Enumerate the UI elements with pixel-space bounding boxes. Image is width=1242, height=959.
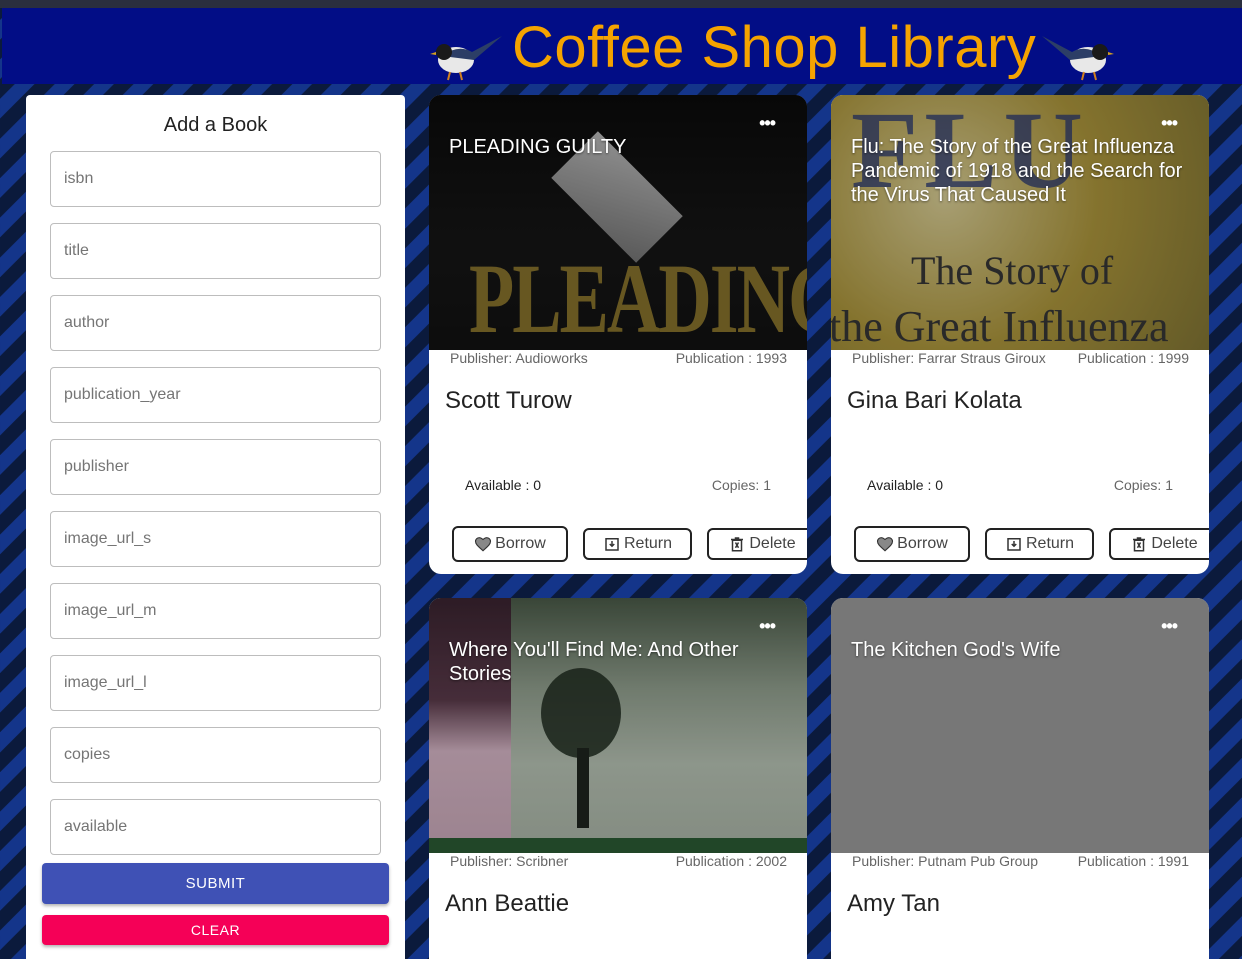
return-button[interactable]: Return xyxy=(583,528,692,560)
borrow-label: Borrow xyxy=(495,535,546,552)
author-input[interactable] xyxy=(51,296,380,350)
title-field[interactable] xyxy=(50,223,381,279)
return-label: Return xyxy=(1025,535,1075,552)
publisher-input[interactable] xyxy=(51,440,380,494)
book-cover-placeholder xyxy=(831,598,1209,853)
book-author: Amy Tan xyxy=(847,890,940,917)
app-header: Coffee Shop Library xyxy=(2,8,1242,84)
image-url-l-input[interactable] xyxy=(51,656,380,710)
book-author: Gina Bari Kolata xyxy=(847,387,1022,414)
image-url-s-field[interactable] xyxy=(50,511,381,567)
form-title: Add a Book xyxy=(163,114,268,136)
book-title: The Kitchen God's Wife xyxy=(851,639,1061,661)
book-copies: Copies: 1 xyxy=(1113,477,1173,493)
book-publisher: Publisher: Putnam Pub Group xyxy=(852,853,1038,869)
image-url-s-input[interactable] xyxy=(51,512,380,566)
book-title: PLEADING GUILTY xyxy=(449,136,627,158)
book-cover-image: PLEADING xyxy=(429,95,807,350)
heart-icon xyxy=(475,537,492,552)
isbn-input[interactable] xyxy=(51,152,380,206)
book-card: PLEADING PLEADING GUILTY ••• Publisher: … xyxy=(429,95,807,574)
image-url-l-field[interactable] xyxy=(50,655,381,711)
trash-icon xyxy=(731,537,744,552)
book-title: Where You'll Find Me: And Other Stories xyxy=(449,639,739,685)
book-title: Flu: The Story of the Great Influenza Pa… xyxy=(851,136,1183,206)
more-options-icon[interactable]: ••• xyxy=(1161,616,1178,637)
delete-label: Delete xyxy=(1151,535,1198,552)
book-copies: Copies: 1 xyxy=(711,477,771,493)
book-cover-image xyxy=(429,598,807,853)
isbn-field[interactable] xyxy=(50,151,381,207)
book-publication-year: Publication : 1999 xyxy=(1077,350,1189,366)
delete-label: Delete xyxy=(749,535,796,552)
book-author: Scott Turow xyxy=(445,387,572,414)
book-available: Available : 0 xyxy=(867,477,944,493)
return-label: Return xyxy=(623,535,673,552)
more-options-icon[interactable]: ••• xyxy=(1161,113,1178,134)
book-cover-image: FLU The Story of the Great Influenza xyxy=(831,95,1209,350)
book-publication-year: Publication : 1991 xyxy=(1077,853,1189,869)
author-field[interactable] xyxy=(50,295,381,351)
trash-icon xyxy=(1133,537,1146,552)
book-card: Where You'll Find Me: And Other Stories … xyxy=(429,598,807,959)
title-input[interactable] xyxy=(51,224,380,278)
heart-icon xyxy=(877,537,894,552)
book-available: Available : 0 xyxy=(465,477,542,493)
delete-button[interactable]: Delete xyxy=(707,528,807,560)
delete-button[interactable]: Delete xyxy=(1109,528,1209,560)
book-card: FLU The Story of the Great Influenza Flu… xyxy=(831,95,1209,574)
publisher-field[interactable] xyxy=(50,439,381,495)
publication-year-input[interactable] xyxy=(51,368,380,422)
window-top-strip xyxy=(0,0,1242,8)
available-input[interactable] xyxy=(51,800,380,854)
return-button[interactable]: Return xyxy=(985,528,1094,560)
bird-logo-icon xyxy=(430,36,502,81)
add-book-form: Add a Book SUBMIT CLEAR xyxy=(26,95,405,959)
image-url-m-input[interactable] xyxy=(51,584,380,638)
copies-field[interactable] xyxy=(50,727,381,783)
borrow-button[interactable]: Borrow xyxy=(452,526,568,562)
return-box-icon xyxy=(1007,538,1021,551)
more-options-icon[interactable]: ••• xyxy=(759,616,776,637)
bird-logo-icon xyxy=(1042,36,1114,81)
available-field[interactable] xyxy=(50,799,381,855)
submit-button[interactable]: SUBMIT xyxy=(42,863,389,904)
book-card: The Kitchen God's Wife ••• Publisher: Pu… xyxy=(831,598,1209,959)
borrow-label: Borrow xyxy=(897,535,948,552)
book-publisher: Publisher: Scribner xyxy=(450,853,569,869)
book-author: Ann Beattie xyxy=(445,890,570,917)
app-title: Coffee Shop Library xyxy=(512,15,1037,80)
copies-input[interactable] xyxy=(51,728,380,782)
book-publication-year: Publication : 2002 xyxy=(675,853,787,869)
return-box-icon xyxy=(605,538,619,551)
book-publisher: Publisher: Farrar Straus Giroux xyxy=(852,350,1046,366)
clear-button[interactable]: CLEAR xyxy=(42,915,389,945)
book-publication-year: Publication : 1993 xyxy=(675,350,787,366)
borrow-button[interactable]: Borrow xyxy=(854,526,970,562)
more-options-icon[interactable]: ••• xyxy=(759,113,776,134)
image-url-m-field[interactable] xyxy=(50,583,381,639)
publication-year-field[interactable] xyxy=(50,367,381,423)
book-publisher: Publisher: Audioworks xyxy=(450,350,588,366)
